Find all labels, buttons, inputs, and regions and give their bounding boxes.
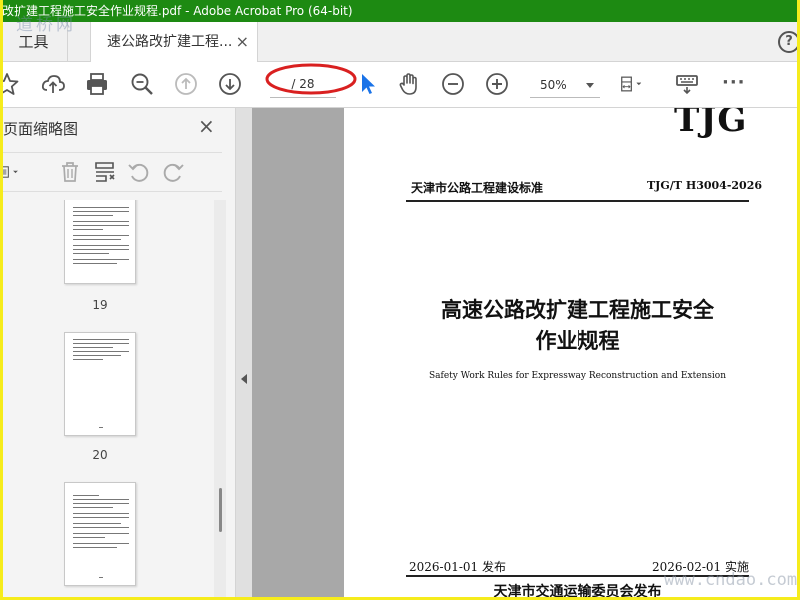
zoom-level-select[interactable]: 50% — [530, 72, 600, 98]
keyboard-icon[interactable] — [674, 71, 700, 97]
page-up-icon[interactable] — [173, 71, 199, 97]
thumbnail-page-21[interactable] — [64, 482, 136, 586]
chevron-left-icon — [241, 374, 247, 384]
page-down-icon[interactable] — [217, 71, 243, 97]
watermark-bottom-right: www.cndao.com — [664, 570, 798, 590]
print-icon[interactable] — [84, 71, 110, 97]
fit-page-icon[interactable] — [619, 71, 657, 97]
help-icon[interactable]: ? — [778, 31, 800, 53]
page-annotation-ellipse — [265, 63, 357, 95]
chevron-down-icon — [586, 83, 594, 88]
document-page: TJG 天津市公路工程建设标准 TJG/T H3004-2026 高速公路改扩建… — [344, 108, 800, 600]
panel-title: 页面缩略图 — [3, 120, 79, 138]
tab-document[interactable]: 速公路改扩建工程... × — [90, 22, 258, 63]
scrollbar-thumb[interactable] — [219, 488, 222, 532]
thumbnail-scrollbar[interactable] — [214, 200, 226, 600]
document-title-en: Safety Work Rules for Expressway Reconst… — [428, 371, 727, 381]
rotate-ccw-icon[interactable] — [126, 159, 152, 185]
publish-date: 2026-01-01 发布 — [409, 560, 507, 574]
trash-icon[interactable] — [57, 159, 83, 185]
tab-bar: 工具 速公路改扩建工程... × ? — [0, 22, 800, 63]
thumbnail-page-20[interactable] — [64, 332, 136, 436]
thumbnail-panel: 页面缩略图 × 19 20 — [0, 108, 236, 600]
document-viewport[interactable]: TJG 天津市公路工程建设标准 TJG/T H3004-2026 高速公路改扩建… — [252, 108, 800, 600]
standard-code: TJG/T H3004-2026 — [647, 179, 763, 192]
thumbnail-page-number: 19 — [92, 298, 108, 312]
close-tab-icon[interactable]: × — [236, 22, 249, 62]
panel-toolbar — [0, 152, 222, 192]
document-title-cn: 高速公路改扩建工程施工安全 作业规程 — [406, 294, 749, 356]
extract-pages-icon[interactable] — [92, 159, 118, 185]
panel-collapse-handle[interactable] — [236, 108, 252, 600]
thumbnail-list: 19 20 21 — [0, 200, 212, 600]
standard-logo: TJG — [674, 108, 748, 140]
text-cursor — [578, 330, 579, 346]
close-panel-icon[interactable]: × — [198, 114, 215, 138]
watermark-top-left: 道桥网 — [16, 15, 76, 35]
upload-icon[interactable] — [40, 71, 66, 97]
thumbnail-options-icon[interactable] — [0, 159, 36, 185]
standard-name: 天津市公路工程建设标准 — [411, 181, 544, 195]
zoom-level-value: 50% — [540, 78, 567, 92]
tab-document-label: 速公路改扩建工程... — [107, 34, 233, 50]
divider-top — [406, 200, 749, 202]
thumbnail-page-number: 20 — [92, 448, 108, 462]
zoom-search-icon[interactable] — [129, 71, 155, 97]
zoom-in-icon[interactable] — [484, 71, 510, 97]
title-line-1: 高速公路改扩建工程施工安全 — [441, 297, 714, 322]
zoom-out-icon[interactable] — [440, 71, 466, 97]
more-icon[interactable]: ··· — [722, 72, 746, 93]
star-icon[interactable] — [0, 71, 20, 97]
hand-icon[interactable] — [396, 71, 422, 97]
select-arrow-icon[interactable] — [355, 71, 381, 97]
thumbnail-page-19[interactable] — [64, 200, 136, 284]
main-toolbar: / 28 50% ··· — [0, 62, 800, 108]
window-title-bar: 改扩建工程施工安全作业规程.pdf - Adobe Acrobat Pro (6… — [0, 0, 800, 22]
rotate-cw-icon[interactable] — [160, 159, 186, 185]
